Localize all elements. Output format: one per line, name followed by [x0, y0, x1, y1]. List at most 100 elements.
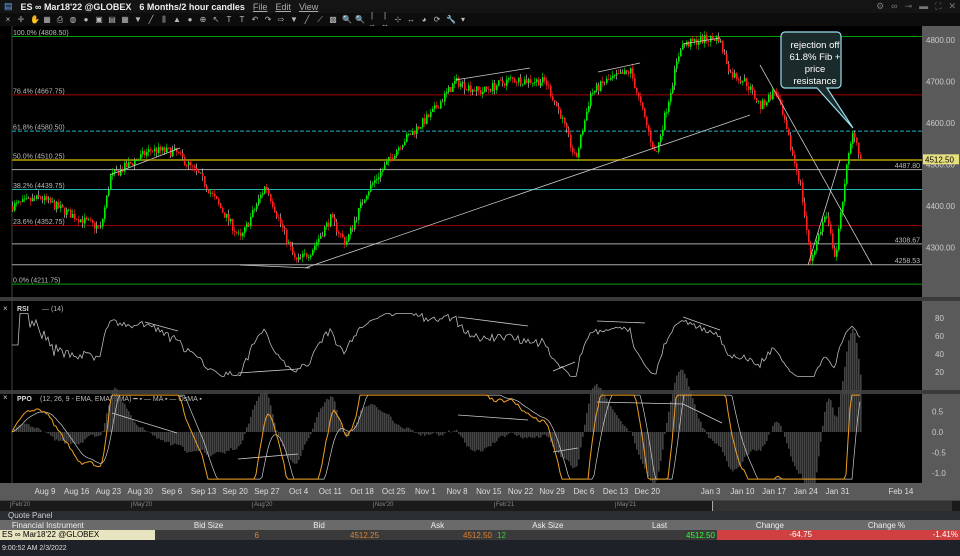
- candle: [574, 152, 576, 154]
- redo-icon[interactable]: ↷: [264, 15, 272, 24]
- circle-icon[interactable]: ●: [82, 15, 90, 24]
- column-header[interactable]: Financial Instrument: [0, 521, 108, 530]
- candle: [408, 134, 410, 135]
- column-header[interactable]: Bid Size: [149, 521, 269, 530]
- arrow-icon[interactable]: ⇨: [277, 15, 285, 24]
- close-icon[interactable]: ✕: [948, 1, 956, 12]
- candle: [318, 238, 320, 243]
- panel-divider: [0, 297, 960, 301]
- osma-bar: [306, 432, 308, 442]
- zoom-in-icon[interactable]: 🔍: [342, 15, 352, 24]
- close-icon[interactable]: ×: [4, 15, 12, 24]
- column-header[interactable]: Last: [600, 521, 720, 530]
- link-icon[interactable]: ∞: [891, 1, 897, 12]
- text2-icon[interactable]: T: [238, 15, 246, 24]
- column-header[interactable]: Change %: [827, 521, 947, 530]
- menu-file[interactable]: File: [253, 2, 268, 12]
- osma-bar: [212, 432, 214, 455]
- grid-icon[interactable]: ▦: [43, 15, 51, 24]
- refresh-icon[interactable]: ⟳: [433, 15, 441, 24]
- instrument-cell[interactable]: ES ∞ Mar18'22 @GLOBEX: [0, 530, 155, 540]
- layout-icon[interactable]: ▤: [108, 15, 116, 24]
- candle: [608, 78, 610, 80]
- timeline-navigator[interactable]: Feb'20May'20Aug'20Nov'20Feb'21May'21Aug'…: [0, 500, 960, 511]
- candle: [120, 169, 122, 176]
- bars-icon[interactable]: ⫼: [160, 15, 168, 25]
- pan-icon[interactable]: ↔: [407, 15, 415, 24]
- column-header[interactable]: Ask Size: [488, 521, 608, 530]
- draw-icon[interactable]: ╱: [147, 15, 155, 24]
- price-chart[interactable]: 100.0% (4808.50) 76.4% (4667.75) 61.8% (45…: [0, 26, 960, 483]
- candle: [526, 79, 528, 84]
- support-label: 4308.67: [895, 237, 920, 244]
- osma-bar: [538, 432, 540, 438]
- candle: [626, 70, 628, 72]
- osma-bar: [700, 421, 702, 432]
- candle: [394, 156, 396, 160]
- quote-row[interactable]: ES ∞ Mar18'22 @GLOBEX 6 4512.25 4512.50 …: [0, 530, 960, 540]
- candle: [418, 126, 420, 129]
- osma-bar: [478, 432, 480, 451]
- candle: [786, 119, 788, 129]
- timeframe-selector[interactable]: 6 Months/2 hour candles: [139, 2, 245, 12]
- osma-bar: [510, 432, 512, 433]
- pointer-icon[interactable]: ↖: [212, 15, 220, 24]
- crosshair-icon[interactable]: ✛: [17, 15, 25, 24]
- candle: [248, 223, 250, 227]
- close-rsi-icon[interactable]: ×: [3, 304, 8, 313]
- column-header[interactable]: Change: [710, 521, 830, 530]
- zoom-out-icon[interactable]: 🔍: [355, 15, 365, 24]
- close-ppo-icon[interactable]: ×: [3, 393, 8, 402]
- osma-bar: [18, 425, 20, 432]
- navigator-window[interactable]: [712, 501, 952, 511]
- hand-icon[interactable]: ✋: [30, 15, 40, 24]
- filter-icon[interactable]: ▼: [134, 15, 142, 24]
- color-icon[interactable]: ◕: [420, 15, 428, 24]
- osma-bar: [126, 408, 128, 432]
- osma-bar: [426, 432, 428, 435]
- osma-bar: [696, 412, 698, 432]
- grid2-icon[interactable]: ▩: [329, 15, 337, 24]
- candle: [670, 92, 672, 102]
- target-icon[interactable]: ⊕: [199, 15, 207, 24]
- globe-icon[interactable]: ◍: [69, 15, 77, 24]
- column-header[interactable]: Ask: [377, 521, 497, 530]
- pin-icon[interactable]: ⊸: [905, 1, 913, 12]
- osma-bar: [548, 432, 550, 438]
- trendline-icon[interactable]: ╱: [303, 15, 311, 24]
- date-tick: Jan 3: [700, 487, 721, 496]
- save-icon[interactable]: ▣: [95, 15, 103, 24]
- candle: [514, 78, 516, 83]
- osma-bar: [250, 416, 252, 432]
- candle: [568, 128, 570, 135]
- osma-bar: [624, 425, 626, 432]
- dropdown-icon[interactable]: ▾: [459, 15, 467, 24]
- osma-bar: [300, 432, 302, 456]
- osma-bar: [296, 432, 298, 464]
- center-icon[interactable]: ⊹: [394, 15, 402, 24]
- candle: [382, 169, 384, 172]
- triangle-icon[interactable]: ▲: [173, 15, 181, 24]
- osma-bar: [172, 432, 174, 445]
- symbol-selector[interactable]: ES ∞ Mar18'22 @GLOBEX: [21, 2, 132, 12]
- column-header[interactable]: Bid: [259, 521, 379, 530]
- text-icon[interactable]: T: [225, 15, 233, 24]
- candle: [752, 86, 754, 91]
- osma-bar: [784, 432, 786, 437]
- minimize-icon[interactable]: ▬: [919, 1, 928, 12]
- fan-icon[interactable]: ⟋: [316, 15, 324, 25]
- wrench-icon[interactable]: 🔧: [446, 15, 456, 24]
- filter2-icon[interactable]: ▼: [290, 15, 298, 24]
- maximize-icon[interactable]: ⛶: [935, 1, 941, 12]
- candle: [508, 78, 510, 80]
- menu-edit[interactable]: Edit: [275, 2, 291, 12]
- osma-bar: [528, 432, 530, 437]
- undo-icon[interactable]: ↶: [251, 15, 259, 24]
- candle: [734, 73, 736, 78]
- candle: [330, 214, 332, 227]
- menu-view[interactable]: View: [299, 2, 318, 12]
- dot-icon[interactable]: ●: [186, 15, 194, 24]
- layout2-icon[interactable]: ▦: [121, 15, 129, 24]
- print-icon[interactable]: ⎙: [56, 15, 64, 25]
- settings-icon[interactable]: ⚙: [876, 1, 884, 12]
